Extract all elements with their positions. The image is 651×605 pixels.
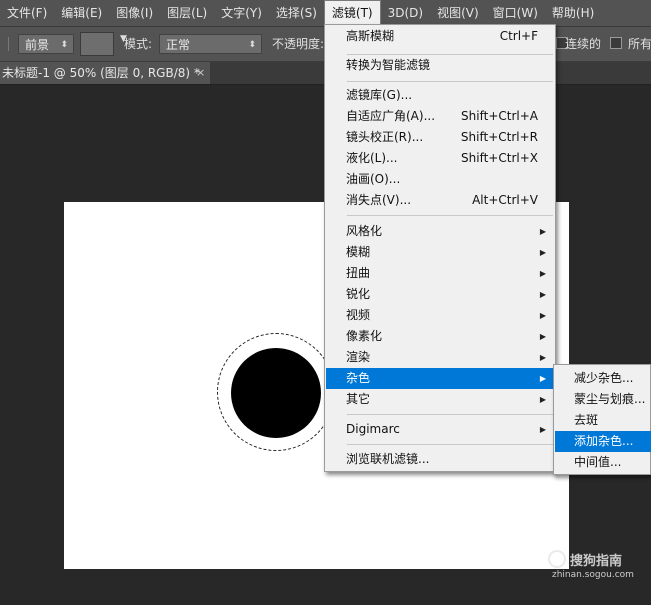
menu-divider	[347, 444, 553, 445]
mode-label: 模式:	[124, 37, 153, 51]
submenu-arrow-icon: ▶	[539, 311, 546, 320]
filter-item-distort[interactable]: 扭曲 ▶	[326, 263, 554, 284]
filter-item-sharpen[interactable]: 锐化 ▶	[326, 284, 554, 305]
filter-item-liquify[interactable]: 液化(L)... Shift+Ctrl+X	[326, 148, 554, 169]
filter-item-noise[interactable]: 杂色 ▶	[326, 368, 554, 389]
mode-select[interactable]: 正常 ⬍	[159, 34, 262, 54]
menu-help[interactable]: 帮助(H)	[545, 0, 601, 26]
sogou-logo-icon	[548, 550, 566, 568]
submenu-arrow-icon: ▶	[539, 332, 546, 341]
mode-value: 正常	[166, 38, 191, 52]
fill-source-select[interactable]: 前景 ⬍	[18, 34, 74, 54]
filter-item-other[interactable]: 其它 ▶	[326, 389, 554, 410]
menu-divider	[347, 215, 553, 216]
menu-divider	[347, 81, 553, 82]
submenu-arrow-icon: ▶	[539, 374, 546, 383]
noise-item-despeckle[interactable]: 去斑	[555, 410, 651, 431]
fill-source-value: 前景	[25, 38, 50, 52]
filter-item-oil-paint[interactable]: 油画(O)...	[326, 169, 554, 190]
noise-item-reduce[interactable]: 减少杂色...	[555, 368, 651, 389]
document-tab[interactable]: 未标题-1 @ 50% (图层 0, RGB/8) * ×	[0, 62, 210, 84]
noise-submenu: 减少杂色... 蒙尘与划痕... 去斑 添加杂色... 中间值...	[553, 364, 651, 475]
submenu-arrow-icon: ▶	[539, 227, 546, 236]
menu-edit[interactable]: 编辑(E)	[54, 0, 109, 26]
menu-select[interactable]: 选择(S)	[269, 0, 324, 26]
menubar: 文件(F) 编辑(E) 图像(I) 图层(L) 文字(Y) 选择(S) 滤镜(T…	[0, 0, 651, 27]
filter-item-gallery[interactable]: 滤镜库(G)...	[326, 85, 554, 106]
menu-filter[interactable]: 滤镜(T)	[323, 0, 381, 26]
watermark-url: zhinan.sogou.com	[552, 570, 634, 580]
menu-window[interactable]: 窗口(W)	[486, 0, 545, 26]
filter-item-blur[interactable]: 模糊 ▶	[326, 242, 554, 263]
menu-image[interactable]: 图像(I)	[109, 0, 160, 26]
filter-item-convert-smart[interactable]: 转换为智能滤镜	[326, 55, 554, 76]
noise-item-median[interactable]: 中间值...	[555, 452, 651, 473]
document-tab-title: 未标题-1 @ 50% (图层 0, RGB/8) *	[2, 66, 200, 80]
chevron-updown-icon: ⬍	[60, 40, 68, 50]
submenu-arrow-icon: ▶	[539, 269, 546, 278]
filter-item-digimarc[interactable]: Digimarc ▶	[326, 419, 554, 440]
noise-item-add-noise[interactable]: 添加杂色...	[555, 431, 651, 452]
opacity-label: 不透明度:	[272, 37, 325, 51]
submenu-arrow-icon: ▶	[539, 290, 546, 299]
filter-item-gaussian-blur[interactable]: 高斯模糊 Ctrl+F	[326, 26, 554, 47]
watermark-title: 搜狗指南	[570, 554, 623, 569]
filter-item-lens-correction[interactable]: 镜头校正(R)... Shift+Ctrl+R	[326, 127, 554, 148]
contiguous-label: 连续的	[565, 37, 602, 51]
pattern-swatch[interactable]	[80, 32, 114, 56]
filter-item-pixelate[interactable]: 像素化 ▶	[326, 326, 554, 347]
filter-item-adaptive-wide[interactable]: 自适应广角(A)... Shift+Ctrl+A	[326, 106, 554, 127]
black-circle	[231, 348, 321, 438]
noise-item-dust-scratches[interactable]: 蒙尘与划痕...	[555, 389, 651, 410]
all-layers-label: 所有	[628, 37, 651, 51]
filter-item-vanishing-point[interactable]: 消失点(V)... Alt+Ctrl+V	[326, 190, 554, 211]
submenu-arrow-icon: ▶	[539, 395, 546, 404]
options-divider	[8, 37, 9, 51]
filter-item-browse-online[interactable]: 浏览联机滤镜...	[326, 449, 554, 470]
menu-3d[interactable]: 3D(D)	[381, 0, 430, 26]
menu-type[interactable]: 文字(Y)	[214, 0, 269, 26]
close-icon[interactable]: ×	[196, 62, 205, 84]
filter-item-stylize[interactable]: 风格化 ▶	[326, 221, 554, 242]
menu-file[interactable]: 文件(F)	[0, 0, 54, 26]
menu-divider	[347, 414, 553, 415]
menu-layer[interactable]: 图层(L)	[160, 0, 214, 26]
filter-menu: 高斯模糊 Ctrl+F 转换为智能滤镜 滤镜库(G)... 自适应广角(A)...…	[324, 24, 556, 472]
submenu-arrow-icon: ▶	[539, 353, 546, 362]
menu-view[interactable]: 视图(V)	[430, 0, 486, 26]
submenu-arrow-icon: ▶	[539, 425, 546, 434]
filter-item-render[interactable]: 渲染 ▶	[326, 347, 554, 368]
filter-item-video[interactable]: 视频 ▶	[326, 305, 554, 326]
submenu-arrow-icon: ▶	[539, 248, 546, 257]
chevron-updown-icon: ⬍	[248, 40, 256, 50]
all-layers-checkbox[interactable]	[610, 37, 622, 49]
